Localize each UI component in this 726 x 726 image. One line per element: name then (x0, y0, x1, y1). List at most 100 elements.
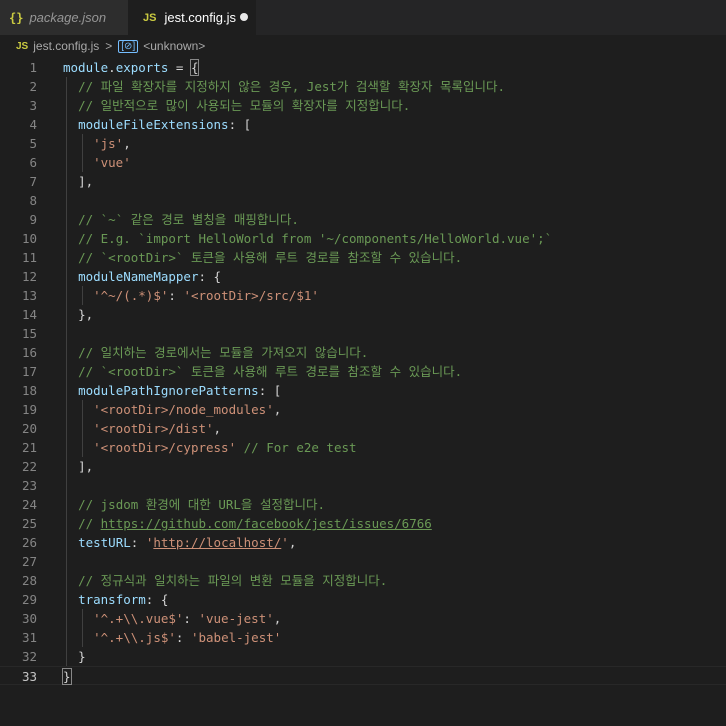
code-line[interactable]: 2 // 파일 확장자를 지정하지 않은 경우, Jest가 검색할 확장자 목… (0, 77, 726, 96)
breadcrumb-file[interactable]: jest.config.js (33, 39, 99, 53)
code-token: // 정규식과 일치하는 파일의 변환 모듈을 지정합니다. (78, 573, 388, 588)
code-token: module (63, 60, 109, 75)
code-token: modulePathIgnorePatterns (78, 383, 259, 398)
code-token: , (273, 611, 282, 626)
line-number: 13 (21, 288, 37, 303)
line-number: 7 (29, 174, 37, 189)
code-token: = (168, 60, 191, 75)
symbol-icon: [⊘] (118, 39, 139, 53)
code-line[interactable]: 17 // `<rootDir>` 토큰을 사용해 루트 경로를 참조할 수 있… (0, 362, 726, 381)
code-line[interactable]: 11 // `<rootDir>` 토큰을 사용해 루트 경로를 참조할 수 있… (0, 248, 726, 267)
tab-package-json[interactable]: {} package.json (0, 0, 128, 35)
breadcrumb: JS jest.config.js > [⊘] <unknown> (0, 35, 726, 57)
code-token: . (108, 60, 116, 75)
code-line[interactable]: 4 moduleFileExtensions: [ (0, 115, 726, 134)
code-text: '<rootDir>/cypress' // For e2e test (63, 438, 356, 457)
code-editor[interactable]: 1 module.exports = {2 // 파일 확장자를 지정하지 않은 … (0, 57, 726, 726)
code-line[interactable]: 6 'vue' (0, 153, 726, 172)
code-token: // `~` 같은 경로 별칭을 매핑합니다. (78, 212, 299, 227)
line-number: 4 (29, 117, 37, 132)
code-token: : [ (258, 383, 282, 398)
code-token: '<rootDir>/cypress' (93, 440, 237, 455)
code-token: } (78, 649, 86, 664)
code-token: // (78, 516, 101, 531)
line-number: 32 (21, 649, 37, 664)
unsaved-dot-icon[interactable] (240, 13, 248, 21)
code-line[interactable]: 20 '<rootDir>/dist', (0, 419, 726, 438)
line-number: 25 (21, 516, 37, 531)
code-line[interactable]: 14 }, (0, 305, 726, 324)
code-line[interactable]: 28 // 정규식과 일치하는 파일의 변환 모듈을 지정합니다. (0, 571, 726, 590)
code-token: '<rootDir>/src/$1' (183, 288, 319, 303)
code-token: 'babel-jest' (190, 630, 282, 645)
code-line[interactable]: 19 '<rootDir>/node_modules', (0, 400, 726, 419)
code-line[interactable]: 21 '<rootDir>/cypress' // For e2e test (0, 438, 726, 457)
line-number: 14 (21, 307, 37, 322)
code-token: } (62, 668, 72, 685)
line-number: 2 (29, 79, 37, 94)
code-text: // 일반적으로 많이 사용되는 모듈의 확장자를 지정합니다. (63, 96, 410, 115)
code-line[interactable]: 5 'js', (0, 134, 726, 153)
code-text: '<rootDir>/node_modules', (63, 400, 281, 419)
code-text: 'js', (63, 134, 131, 153)
code-line[interactable]: 27 (0, 552, 726, 571)
line-number: 3 (29, 98, 37, 113)
code-line[interactable]: 29 transform: { (0, 590, 726, 609)
code-line[interactable]: 8 (0, 191, 726, 210)
code-line[interactable]: 15 (0, 324, 726, 343)
line-number: 12 (21, 269, 37, 284)
code-token: : { (145, 592, 169, 607)
line-number: 33 (21, 669, 37, 684)
code-line[interactable]: 16 // 일치하는 경로에서는 모듈을 가져오지 않습니다. (0, 343, 726, 362)
code-token: '^~/(.*)$' (93, 288, 169, 303)
code-line[interactable]: 32 } (0, 647, 726, 666)
tab-jest-config[interactable]: JS jest.config.js (128, 0, 256, 35)
code-token: // E.g. `import HelloWorld from '~/compo… (78, 231, 553, 246)
code-line[interactable]: 12 moduleNameMapper: { (0, 267, 726, 286)
code-line[interactable]: 25 // https://github.com/facebook/jest/i… (0, 514, 726, 533)
code-line[interactable]: 22 ], (0, 457, 726, 476)
code-token: // 일치하는 경로에서는 모듈을 가져오지 않습니다. (78, 345, 369, 360)
code-token: http://localhost/ (153, 535, 282, 550)
code-text: // 파일 확장자를 지정하지 않은 경우, Jest가 검색할 확장자 목록입… (63, 77, 505, 96)
code-line[interactable]: 3 // 일반적으로 많이 사용되는 모듈의 확장자를 지정합니다. (0, 96, 726, 115)
code-line[interactable]: 1 module.exports = { (0, 58, 726, 77)
code-token: , (123, 136, 131, 151)
code-token: : (168, 288, 184, 303)
line-number: 11 (21, 250, 37, 265)
code-text: '^~/(.*)$': '<rootDir>/src/$1' (63, 286, 319, 305)
line-number: 28 (21, 573, 37, 588)
tab-bar: {} package.json JS jest.config.js (0, 0, 726, 35)
line-number: 18 (21, 383, 37, 398)
json-file-icon: {} (9, 10, 24, 25)
code-line[interactable]: 7 ], (0, 172, 726, 191)
code-line[interactable]: 9 // `~` 같은 경로 별칭을 매핑합니다. (0, 210, 726, 229)
code-token: moduleFileExtensions (78, 117, 229, 132)
code-line[interactable]: 10 // E.g. `import HelloWorld from '~/co… (0, 229, 726, 248)
code-line[interactable]: 26 testURL: 'http://localhost/', (0, 533, 726, 552)
line-number: 17 (21, 364, 37, 379)
code-line[interactable]: 23 (0, 476, 726, 495)
code-token: exports (115, 60, 169, 75)
code-text: // `~` 같은 경로 별칭을 매핑합니다. (63, 210, 299, 229)
code-line[interactable]: 13 '^~/(.*)$': '<rootDir>/src/$1' (0, 286, 726, 305)
code-text: testURL: 'http://localhost/', (63, 533, 296, 552)
code-text: 'vue' (63, 153, 131, 172)
code-line[interactable]: 33} (0, 666, 726, 685)
code-text: '<rootDir>/dist', (63, 419, 221, 438)
code-token: '^.+\\.js$' (93, 630, 176, 645)
code-token: '^.+\\.vue$' (93, 611, 184, 626)
line-number: 29 (21, 592, 37, 607)
breadcrumb-symbol[interactable]: <unknown> (143, 39, 205, 53)
code-token: : (175, 630, 191, 645)
line-number: 19 (21, 402, 37, 417)
code-line[interactable]: 31 '^.+\\.js$': 'babel-jest' (0, 628, 726, 647)
code-line[interactable]: 18 modulePathIgnorePatterns: [ (0, 381, 726, 400)
code-token: transform (78, 592, 146, 607)
line-number: 21 (21, 440, 37, 455)
code-line[interactable]: 30 '^.+\\.vue$': 'vue-jest', (0, 609, 726, 628)
code-line[interactable]: 24 // jsdom 환경에 대한 URL을 설정합니다. (0, 495, 726, 514)
code-text: ], (63, 457, 93, 476)
